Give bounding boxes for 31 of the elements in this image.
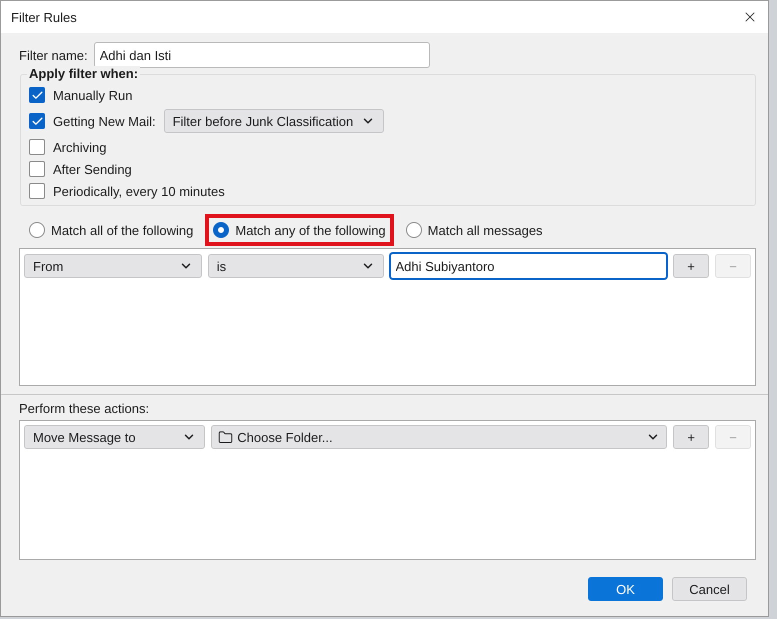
match-radio-option[interactable]: Match all messages <box>398 214 551 246</box>
checkbox-label: Manually Run <box>53 88 132 102</box>
checkbox[interactable] <box>29 113 45 129</box>
add-button[interactable]: + <box>673 425 710 449</box>
group-legend: Apply filter when: <box>27 66 140 81</box>
checkbox-label: After Sending <box>53 162 132 176</box>
checkbox-label: Getting New Mail: <box>53 114 156 128</box>
cancel-button[interactable]: Cancel <box>672 577 747 601</box>
operator-dropdown[interactable]: is <box>208 254 384 278</box>
ok-button[interactable]: OK <box>588 577 663 601</box>
match-radio-option[interactable]: Match any of the following <box>205 214 394 246</box>
filter-name-field[interactable]: Adhi dan Isti <box>94 42 430 68</box>
add-button[interactable]: + <box>673 254 710 278</box>
checkbox-label: Periodically, every 10 minutes <box>53 184 225 198</box>
checkbox[interactable] <box>29 183 45 199</box>
checkbox[interactable] <box>29 139 45 155</box>
field-dropdown[interactable]: From <box>24 254 202 278</box>
condition-value-field[interactable]: Adhi Subiyantoro <box>390 253 668 279</box>
match-radio-option[interactable]: Match all of the following <box>21 214 202 246</box>
checkbox[interactable] <box>29 161 45 177</box>
folder-dropdown[interactable]: Choose Folder... <box>211 425 668 449</box>
check-icon <box>30 114 44 128</box>
checkbox-label: Archiving <box>53 140 106 154</box>
window-title: Filter Rules <box>11 10 77 24</box>
folder-icon <box>218 430 234 444</box>
timing-dropdown[interactable]: Filter before Junk Classification <box>164 109 384 133</box>
check-icon <box>30 88 44 102</box>
action-dropdown[interactable]: Move Message to <box>24 425 206 449</box>
field-label: Filter name: <box>19 48 88 62</box>
checkbox[interactable] <box>29 87 45 103</box>
section-label: Perform these actions: <box>19 401 150 416</box>
